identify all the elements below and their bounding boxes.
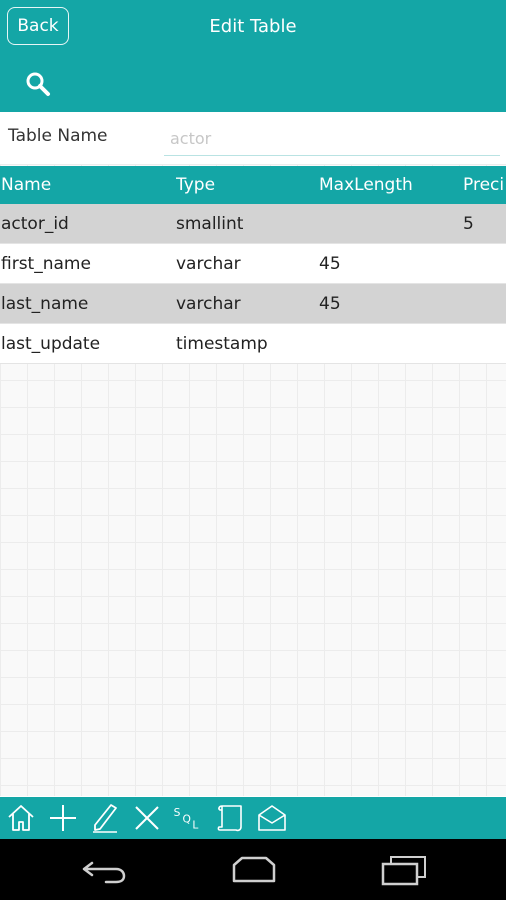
cell-name: last_name xyxy=(1,293,89,314)
table-name-input[interactable] xyxy=(164,122,500,156)
cell-type: varchar xyxy=(176,293,241,314)
cell-maxlength xyxy=(319,324,459,363)
table-name-label: Table Name xyxy=(8,126,108,146)
cell-precision xyxy=(463,244,506,283)
script-icon[interactable] xyxy=(214,802,246,834)
app-header: Back Edit Table xyxy=(0,0,506,112)
sql-icon[interactable]: S Q L xyxy=(171,802,207,834)
cell-name: last_update xyxy=(1,333,101,354)
column-header-type[interactable]: Type xyxy=(176,166,314,204)
cell-type: smallint xyxy=(176,213,244,234)
cell-maxlength: 45 xyxy=(319,253,341,274)
nav-home-icon[interactable] xyxy=(226,853,282,887)
envelope-icon[interactable] xyxy=(256,802,288,834)
home-icon[interactable] xyxy=(5,802,37,834)
bottom-toolbar: S Q L xyxy=(0,797,506,839)
column-header-maxlength[interactable]: MaxLength xyxy=(319,166,459,204)
svg-text:L: L xyxy=(192,819,198,832)
delete-icon[interactable] xyxy=(131,802,163,834)
column-header-precision[interactable]: Preci xyxy=(463,166,506,204)
table-row[interactable]: actor_id smallint 5 xyxy=(0,204,506,244)
cell-name: first_name xyxy=(1,253,91,274)
nav-back-icon[interactable] xyxy=(76,853,132,887)
cell-precision xyxy=(463,284,506,323)
edit-icon[interactable] xyxy=(89,802,121,834)
add-icon[interactable] xyxy=(47,802,79,834)
table-name-row: Table Name xyxy=(0,112,506,165)
column-header-name[interactable]: Name xyxy=(1,166,171,204)
table-row[interactable]: last_name varchar 45 xyxy=(0,284,506,324)
svg-text:S: S xyxy=(174,806,181,819)
cell-precision xyxy=(463,324,506,363)
cell-name: actor_id xyxy=(1,213,69,234)
cell-maxlength xyxy=(319,204,459,243)
table-row[interactable]: last_update timestamp xyxy=(0,324,506,364)
cell-type: timestamp xyxy=(176,333,268,354)
system-nav-bar xyxy=(0,839,506,900)
cell-precision: 5 xyxy=(463,213,474,234)
search-icon[interactable] xyxy=(24,70,52,98)
cell-maxlength: 45 xyxy=(319,293,341,314)
nav-recents-icon[interactable] xyxy=(377,853,433,887)
cell-type: varchar xyxy=(176,253,241,274)
page-title: Edit Table xyxy=(209,16,297,37)
svg-text:Q: Q xyxy=(183,812,191,825)
column-header-row: Name Type MaxLength Preci xyxy=(0,166,506,204)
table-row[interactable]: first_name varchar 45 xyxy=(0,244,506,284)
